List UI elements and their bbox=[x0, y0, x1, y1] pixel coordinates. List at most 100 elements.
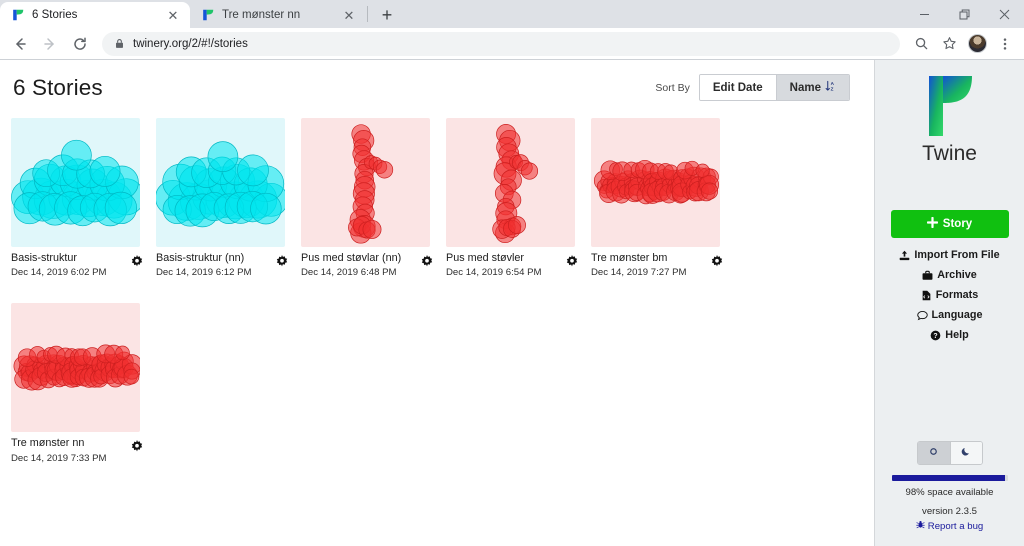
story-date: Dec 14, 2019 6:12 PM bbox=[156, 267, 251, 279]
close-icon[interactable] bbox=[984, 0, 1024, 28]
question-circle-icon: ? bbox=[930, 330, 941, 341]
report-bug-link[interactable]: Report a bug bbox=[916, 520, 983, 532]
sort-name-label: Name bbox=[790, 82, 821, 94]
bookmark-star-icon[interactable] bbox=[936, 31, 962, 57]
story-name: Pus med støvlar (nn) bbox=[301, 252, 401, 265]
sidebar-item-label: Archive bbox=[937, 269, 977, 281]
gear-icon[interactable] bbox=[275, 255, 289, 269]
story-card[interactable]: Pus med støvlar (nn) Dec 14, 2019 6:48 P… bbox=[301, 118, 446, 279]
sort-controls: Sort By Edit Date Name AZ bbox=[655, 74, 858, 101]
sidebar-item-label: Import From File bbox=[914, 249, 999, 261]
story-preview-thumbnail[interactable] bbox=[11, 303, 140, 432]
new-tab-button[interactable]: + bbox=[373, 2, 401, 28]
avatar[interactable] bbox=[964, 31, 990, 57]
close-icon[interactable]: ✕ bbox=[165, 7, 181, 23]
story-card-grid: Basis-struktur Dec 14, 2019 6:02 PM Basi… bbox=[0, 101, 874, 489]
sidebar-item-label: Language bbox=[932, 309, 983, 321]
story-name: Pus med støvler bbox=[446, 252, 541, 265]
back-arrow-icon[interactable] bbox=[6, 30, 34, 58]
twine-logo-icon bbox=[922, 74, 978, 138]
story-card-text: Tre mønster bm Dec 14, 2019 7:27 PM bbox=[591, 252, 686, 279]
story-name: Tre mønster bm bbox=[591, 252, 686, 265]
sidebar-item-formats[interactable]: Formats bbox=[921, 289, 979, 301]
twine-flag-icon bbox=[201, 8, 215, 22]
story-card-meta: Basis-struktur Dec 14, 2019 6:02 PM bbox=[11, 247, 144, 279]
sort-alpha-down-icon: AZ bbox=[825, 80, 836, 95]
brand-name: Twine bbox=[922, 142, 977, 166]
close-icon[interactable]: ✕ bbox=[341, 7, 357, 23]
svg-text:?: ? bbox=[934, 333, 938, 340]
gear-icon[interactable] bbox=[420, 255, 434, 269]
sidebar-item-label: Formats bbox=[936, 289, 979, 301]
story-card-text: Pus med støvlar (nn) Dec 14, 2019 6:48 P… bbox=[301, 252, 401, 279]
sort-edit-date-label: Edit Date bbox=[713, 82, 763, 94]
sort-by-name-button[interactable]: Name AZ bbox=[776, 75, 849, 100]
comment-icon bbox=[917, 310, 928, 321]
dark-theme-button[interactable] bbox=[950, 442, 982, 464]
upload-icon bbox=[899, 250, 910, 261]
sidebar-item-archive[interactable]: Archive bbox=[922, 269, 977, 281]
theme-toggle bbox=[917, 441, 983, 465]
moon-icon bbox=[961, 444, 972, 462]
story-card[interactable]: Basis-struktur Dec 14, 2019 6:02 PM bbox=[11, 118, 156, 279]
search-icon[interactable] bbox=[908, 31, 934, 57]
story-card-meta: Basis-struktur (nn) Dec 14, 2019 6:12 PM bbox=[156, 247, 289, 279]
file-code-icon bbox=[921, 290, 932, 301]
gear-icon[interactable] bbox=[565, 255, 579, 269]
restore-icon[interactable] bbox=[944, 0, 984, 28]
browser-window: 6 Stories ✕ Tre mønster nn ✕ + bbox=[0, 0, 1024, 546]
browser-tab-inactive[interactable]: Tre mønster nn ✕ bbox=[190, 2, 366, 28]
gear-icon[interactable] bbox=[710, 255, 724, 269]
twine-flag-icon bbox=[11, 8, 25, 22]
lock-icon bbox=[114, 38, 125, 49]
story-card-text: Pus med støvler Dec 14, 2019 6:54 PM bbox=[446, 252, 541, 279]
browser-toolbar: twinery.org/2/#!/stories bbox=[0, 28, 1024, 59]
reload-icon[interactable] bbox=[66, 30, 94, 58]
story-card-text: Basis-struktur Dec 14, 2019 6:02 PM bbox=[11, 252, 106, 279]
story-card-meta: Pus med støvlar (nn) Dec 14, 2019 6:48 P… bbox=[301, 247, 434, 279]
sort-by-label: Sort By bbox=[655, 82, 689, 94]
tab-strip: 6 Stories ✕ Tre mønster nn ✕ + bbox=[0, 0, 1024, 28]
story-name: Tre mønster nn bbox=[11, 437, 106, 450]
gear-icon[interactable] bbox=[130, 440, 144, 454]
svg-text:Z: Z bbox=[831, 87, 834, 92]
story-card-meta: Tre mønster nn Dec 14, 2019 7:33 PM bbox=[11, 432, 144, 464]
story-card[interactable]: Tre mønster bm Dec 14, 2019 7:27 PM bbox=[591, 118, 736, 279]
story-preview-thumbnail[interactable] bbox=[11, 118, 140, 247]
story-preview-thumbnail[interactable] bbox=[446, 118, 575, 247]
story-preview-thumbnail[interactable] bbox=[156, 118, 285, 247]
briefcase-icon bbox=[922, 270, 933, 281]
sidebar-item-import-from-file[interactable]: Import From File bbox=[899, 249, 999, 261]
storage-status-text: 98% space available bbox=[905, 487, 993, 498]
story-card[interactable]: Tre mønster nn Dec 14, 2019 7:33 PM bbox=[11, 303, 156, 464]
bug-icon bbox=[916, 520, 925, 532]
add-story-button[interactable]: Story bbox=[891, 210, 1009, 238]
story-preview-thumbnail[interactable] bbox=[301, 118, 430, 247]
sort-by-edit-date-button[interactable]: Edit Date bbox=[700, 75, 776, 100]
story-date: Dec 14, 2019 7:27 PM bbox=[591, 267, 686, 279]
browser-tab-active[interactable]: 6 Stories ✕ bbox=[0, 2, 190, 28]
story-card-meta: Pus med støvler Dec 14, 2019 6:54 PM bbox=[446, 247, 579, 279]
sidebar-item-label: Help bbox=[945, 329, 968, 341]
story-library: 6 Stories Sort By Edit Date Name AZ bbox=[0, 60, 874, 546]
sidebar: Twine Story Import From File bbox=[874, 60, 1024, 546]
story-name: Basis-struktur (nn) bbox=[156, 252, 251, 265]
story-card[interactable]: Pus med støvler Dec 14, 2019 6:54 PM bbox=[446, 118, 591, 279]
story-card[interactable]: Basis-struktur (nn) Dec 14, 2019 6:12 PM bbox=[156, 118, 301, 279]
light-theme-button[interactable] bbox=[918, 442, 950, 464]
address-bar[interactable]: twinery.org/2/#!/stories bbox=[102, 32, 900, 56]
window-controls bbox=[904, 0, 1024, 28]
page-title: 6 Stories bbox=[13, 75, 103, 101]
sort-segmented-control: Edit Date Name AZ bbox=[699, 74, 850, 101]
minimize-icon[interactable] bbox=[904, 0, 944, 28]
story-name: Basis-struktur bbox=[11, 252, 106, 265]
sidebar-actions: Import From File Archive Formats bbox=[899, 249, 999, 341]
forward-arrow-icon[interactable] bbox=[36, 30, 64, 58]
menu-kebab-icon[interactable] bbox=[992, 31, 1018, 57]
svg-text:A: A bbox=[831, 81, 835, 86]
tab-divider bbox=[367, 6, 368, 22]
gear-icon[interactable] bbox=[130, 255, 144, 269]
sidebar-item-language[interactable]: Language bbox=[917, 309, 983, 321]
story-preview-thumbnail[interactable] bbox=[591, 118, 720, 247]
sidebar-item-help[interactable]: ? Help bbox=[930, 329, 968, 341]
